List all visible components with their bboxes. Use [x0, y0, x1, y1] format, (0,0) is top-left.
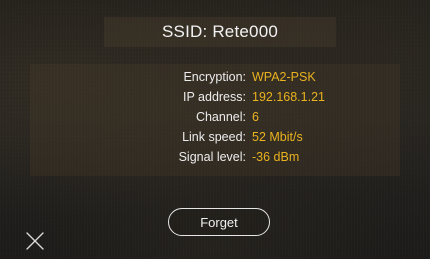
info-row-ip-address: IP address: 192.168.1.21 [30, 87, 400, 107]
encryption-value: WPA2-PSK [252, 70, 316, 84]
info-row-link-speed: Link speed: 52 Mbit/s [30, 127, 400, 147]
link-speed-label: Link speed: [182, 130, 246, 144]
channel-value: 6 [252, 110, 259, 124]
forget-button-label: Forget [200, 214, 238, 230]
signal-level-label: Signal level: [178, 150, 246, 164]
ip-address-value: 192.168.1.21 [252, 90, 325, 104]
info-row-encryption: Encryption: WPA2-PSK [30, 67, 400, 87]
wifi-network-details-screen: SSID: Rete000 Encryption: WPA2-PSK IP ad… [0, 0, 430, 259]
forget-button[interactable]: Forget [168, 208, 270, 236]
encryption-label: Encryption: [183, 70, 246, 84]
channel-label: Channel: [195, 110, 246, 124]
info-row-signal-level: Signal level: -36 dBm [30, 147, 400, 167]
ip-address-label: IP address: [182, 90, 246, 104]
info-row-channel: Channel: 6 [30, 107, 400, 127]
title-bar: SSID: Rete000 [104, 17, 336, 47]
link-speed-value: 52 Mbit/s [252, 130, 303, 144]
signal-level-value: -36 dBm [252, 150, 300, 164]
network-info-panel: Encryption: WPA2-PSK IP address: 192.168… [30, 64, 400, 176]
page-title: SSID: Rete000 [162, 22, 278, 41]
close-button[interactable] [24, 230, 46, 252]
close-icon [24, 230, 46, 252]
